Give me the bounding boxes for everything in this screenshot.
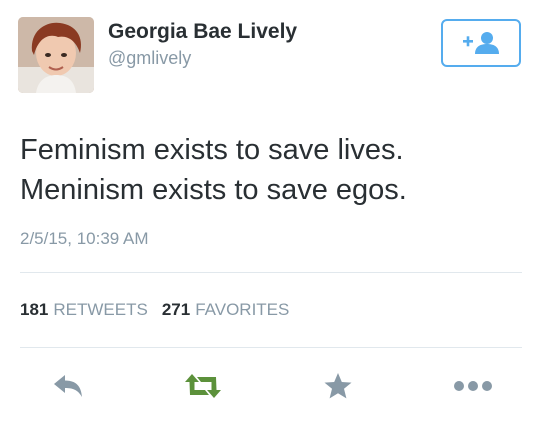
tweet-stats: 181 RETWEETS 271 FAVORITES — [20, 300, 303, 320]
favorites-count: 271 — [161, 300, 191, 319]
follow-button[interactable] — [441, 19, 521, 67]
reply-button[interactable] — [48, 368, 88, 404]
user-name[interactable]: Georgia Bae Lively — [108, 20, 297, 44]
retweets-count: 181 — [20, 300, 49, 319]
user-handle[interactable]: @gmlively — [108, 48, 191, 69]
retweets-stat[interactable]: 181 RETWEETS — [20, 300, 148, 320]
retweet-button[interactable] — [183, 368, 223, 404]
divider — [20, 347, 522, 348]
tweet-text: Feminism exists to save lives. Meninism … — [20, 130, 407, 210]
favorite-button[interactable] — [318, 368, 358, 404]
reply-icon — [54, 375, 82, 397]
divider — [20, 272, 522, 273]
retweet-icon — [185, 374, 221, 398]
retweets-label: RETWEETS — [53, 300, 148, 319]
more-dots-icon — [454, 381, 492, 391]
tweet-card: Georgia Bae Lively @gmlively Feminism ex… — [0, 0, 540, 421]
favorites-stat[interactable]: 271 FAVORITES — [162, 300, 290, 320]
follow-add-user-icon — [463, 32, 499, 54]
tweet-text-line: Feminism exists to save lives. — [20, 134, 404, 166]
tweet-text-line: Meninism exists to save egos. — [20, 174, 407, 206]
favorites-label: FAVORITES — [195, 300, 290, 319]
tweet-timestamp: 2/5/15, 10:39 AM — [20, 229, 149, 248]
more-button[interactable] — [453, 368, 493, 404]
avatar[interactable] — [18, 17, 94, 93]
avatar-photo — [18, 17, 94, 93]
star-icon — [324, 373, 352, 399]
